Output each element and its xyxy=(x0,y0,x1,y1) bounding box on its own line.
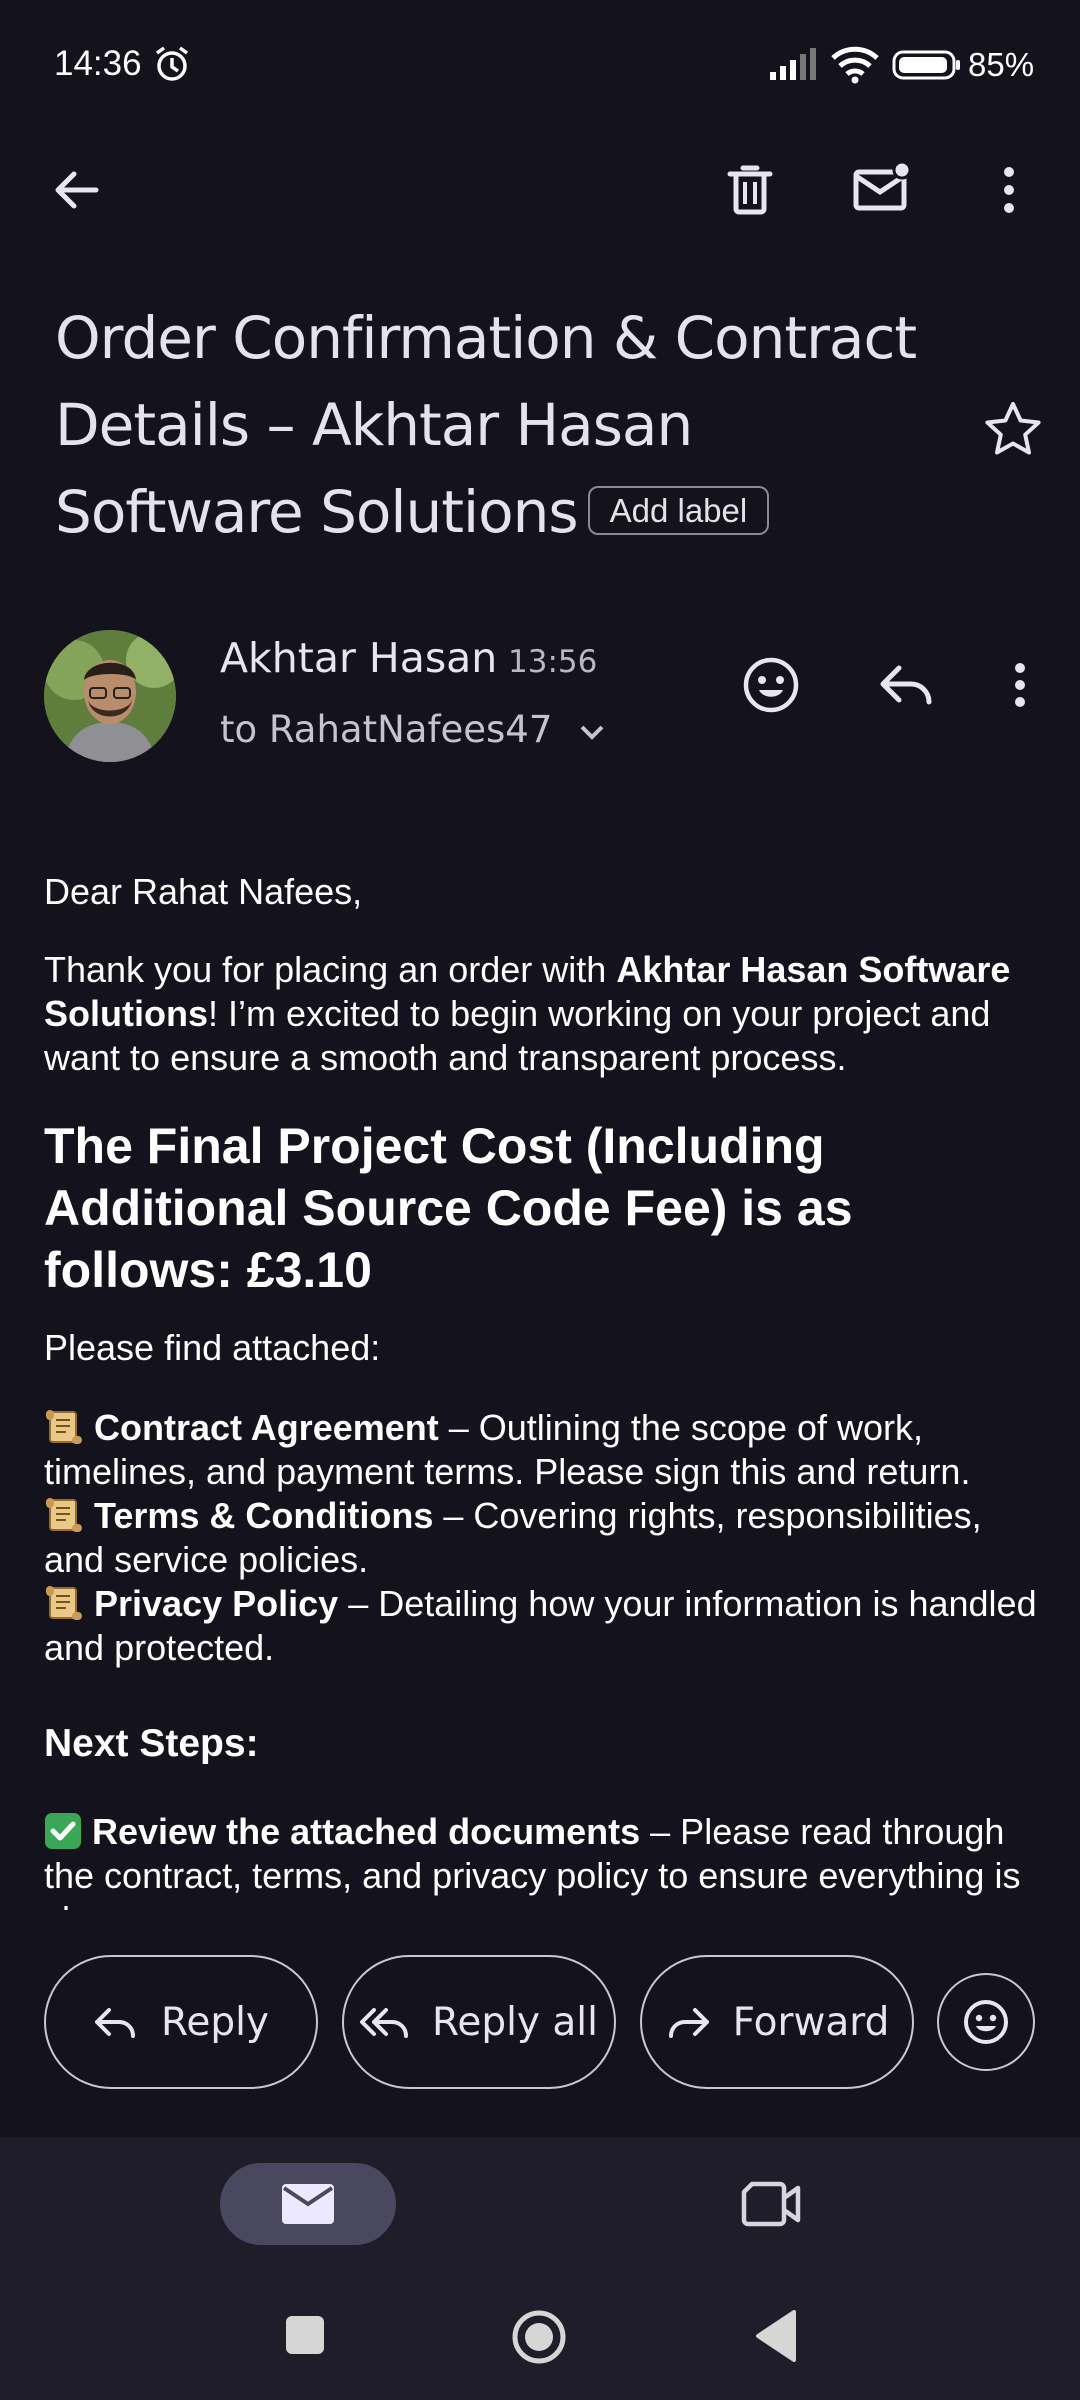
reply-all-button[interactable]: Reply all xyxy=(342,1955,616,2089)
reply-all-label: Reply all xyxy=(432,1999,598,2045)
chevron-down-icon xyxy=(578,722,606,742)
list-item: Privacy Policy – Detailing how your info… xyxy=(44,1583,1037,1668)
back-arrow-icon[interactable] xyxy=(44,158,108,222)
attachment-list: Contract Agreement – Outlining the scope… xyxy=(44,1406,1044,1670)
next-step-item: Review the attached documents – Please r… xyxy=(44,1811,1021,1910)
cost-heading: The Final Project Cost (Including Additi… xyxy=(44,1118,853,1298)
forward-label: Forward xyxy=(732,1999,890,2045)
delete-icon[interactable] xyxy=(718,158,782,222)
email-subject: Order Confirmation & Contract Details – … xyxy=(55,295,945,556)
reply-icon[interactable] xyxy=(875,654,937,716)
reply-label: Reply xyxy=(160,1999,269,2045)
battery-icon xyxy=(892,50,962,80)
wifi-icon xyxy=(830,44,880,84)
email-body: Dear Rahat Nafees, Thank you for placing… xyxy=(0,860,1080,1910)
reply-button[interactable]: Reply xyxy=(44,1955,318,2089)
list-item: Terms & Conditions – Covering rights, re… xyxy=(44,1495,982,1580)
intro-paragraph: Thank you for placing an order with Akht… xyxy=(44,949,1011,1078)
star-icon[interactable] xyxy=(982,398,1044,460)
sender-more-icon[interactable] xyxy=(990,654,1050,716)
emoji-icon xyxy=(961,1997,1011,2047)
emoji-icon[interactable] xyxy=(740,654,802,716)
scroll-icon xyxy=(44,1496,84,1534)
recipient-text: to RahatNafees47 xyxy=(220,708,553,751)
list-item: Contract Agreement – Outlining the scope… xyxy=(44,1407,971,1492)
sender-name: Akhtar Hasan xyxy=(220,634,498,682)
next-steps-heading: Next Steps: xyxy=(44,1722,259,1765)
battery-level: 85% xyxy=(968,46,1035,83)
video-icon xyxy=(740,2178,802,2230)
mark-unread-icon[interactable] xyxy=(850,158,914,222)
home-button[interactable] xyxy=(510,2308,568,2366)
react-emoji-button[interactable] xyxy=(937,1973,1035,2071)
add-label-button[interactable]: Add label xyxy=(587,486,770,535)
tab-meet[interactable] xyxy=(740,2178,802,2230)
avatar[interactable] xyxy=(44,630,176,762)
status-time: 14:36 xyxy=(54,44,142,83)
check-icon xyxy=(44,1812,82,1850)
signal-icon xyxy=(768,46,818,82)
reply-all-icon xyxy=(360,2002,410,2042)
sent-time: 13:56 xyxy=(508,644,598,680)
recents-button[interactable] xyxy=(286,2316,324,2354)
tab-mail[interactable] xyxy=(220,2163,396,2245)
subject-text: Order Confirmation & Contract Details – … xyxy=(55,304,917,546)
attached-intro: Please find attached: xyxy=(44,1327,381,1368)
forward-icon xyxy=(665,2002,711,2042)
more-icon[interactable] xyxy=(977,158,1041,222)
reply-icon xyxy=(93,2002,139,2042)
mail-icon xyxy=(280,2182,336,2226)
alarm-icon xyxy=(152,44,192,84)
greeting: Dear Rahat Nafees, xyxy=(44,871,363,912)
back-button[interactable] xyxy=(752,2308,798,2364)
recipient-toggle[interactable]: to RahatNafees47 xyxy=(220,708,606,751)
scroll-icon xyxy=(44,1408,84,1446)
scroll-icon xyxy=(44,1584,84,1622)
forward-button[interactable]: Forward xyxy=(640,1955,914,2089)
